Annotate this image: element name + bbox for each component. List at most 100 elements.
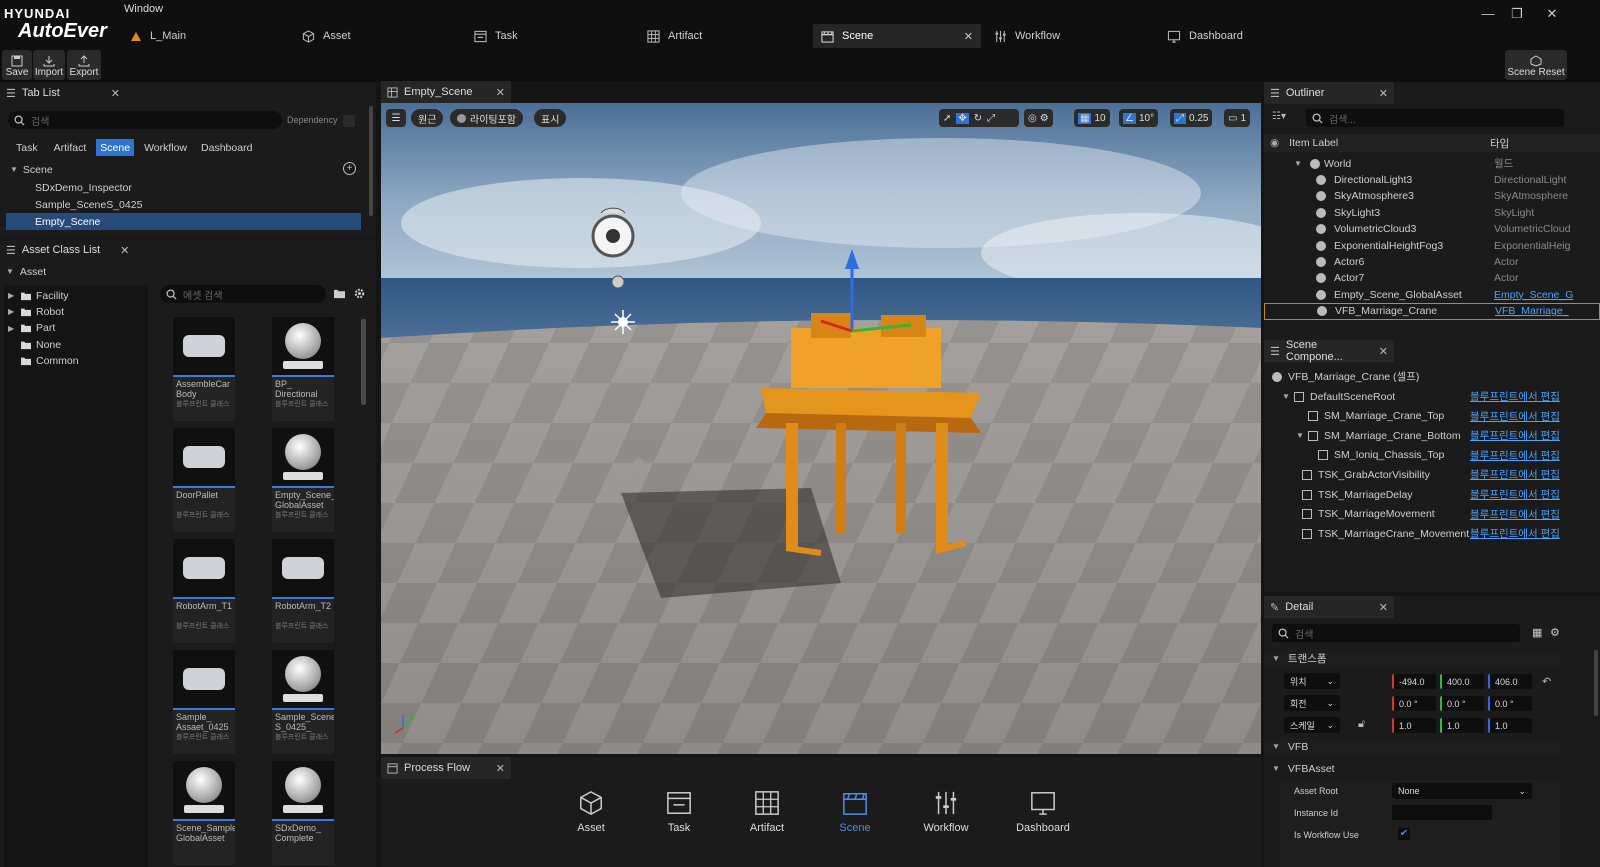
tab-list-search[interactable]: 검색 — [8, 111, 282, 129]
scrollbar[interactable] — [1594, 650, 1598, 716]
instance-id-input[interactable] — [1392, 805, 1492, 820]
component-row[interactable]: TSK_MarriageMovement 블루프린트에서 편집 — [1264, 506, 1600, 523]
tab-artifact[interactable]: Artifact — [639, 24, 710, 48]
component-row[interactable]: SM_Marriage_Crane_Top 블루프린트에서 편집 — [1264, 408, 1600, 425]
close-icon[interactable]: ✕ — [1379, 87, 1388, 100]
outliner-row[interactable]: Empty_Scene_GlobalAsset Empty_Scene_G — [1264, 286, 1600, 303]
tree-item[interactable]: None — [8, 336, 61, 353]
list-item[interactable]: SDxDemo_Inspector — [6, 179, 361, 196]
save-button[interactable]: Save — [2, 50, 32, 80]
asset-search[interactable]: 에셋 검색 — [160, 285, 326, 303]
asset-tile[interactable]: Sample_Scene S_0425_ 블루프린트 클래스 — [272, 650, 334, 754]
edit-in-blueprint-link[interactable]: 블루프린트에서 편집 — [1470, 409, 1560, 424]
filter-task[interactable]: Task — [10, 139, 44, 156]
rotate-icon[interactable]: ↻ — [974, 113, 982, 124]
perspective-button[interactable]: 원근 — [411, 109, 444, 127]
rotation-dropdown[interactable]: 회전 ⌄ — [1284, 695, 1340, 711]
asset-tile[interactable]: RobotArm_T1 블루프린트 클래스 — [173, 539, 235, 643]
asset-tile[interactable]: DoorPallet 블루프린트 클래스 — [173, 428, 235, 532]
col-item-label[interactable]: Item Label — [1289, 137, 1338, 149]
list-item[interactable]: Sample_SceneS_0425 — [6, 196, 361, 213]
component-row[interactable]: TSK_MarriageDelay 블루프린트에서 편집 — [1264, 486, 1600, 503]
viewport-menu-button[interactable]: ☰ — [386, 109, 406, 127]
world-local-button[interactable]: ◎ ⚙ — [1024, 109, 1053, 127]
tab-workflow[interactable]: Workflow — [986, 24, 1068, 48]
outliner-row[interactable]: SkyLight3 SkyLight — [1264, 204, 1600, 221]
scrollbar[interactable] — [369, 106, 373, 216]
location-dropdown[interactable]: 위치 ⌄ — [1284, 673, 1340, 689]
outliner-row[interactable]: VolumetricCloud3 VolumetricCloud — [1264, 221, 1600, 238]
outliner-row[interactable]: DirectionalLight3 DirectionalLight — [1264, 171, 1600, 188]
asset-tile[interactable]: Sample_ Assaet_0425 블루프린트 클래스 — [173, 650, 235, 754]
filter-icon[interactable]: ☷▾ — [1272, 111, 1286, 122]
close-icon[interactable]: ✕ — [964, 30, 973, 43]
col-type[interactable]: 타입 — [1490, 136, 1509, 151]
scrollbar[interactable] — [361, 319, 366, 405]
component-root[interactable]: VFB_Marriage_Crane (셀프) — [1272, 368, 1419, 385]
flow-scene[interactable]: Scene — [820, 790, 890, 834]
edit-in-blueprint-link[interactable]: 블루프린트에서 편집 — [1470, 487, 1560, 502]
flow-artifact[interactable]: Artifact — [732, 790, 802, 834]
location-z[interactable]: 406.0 — [1488, 674, 1532, 689]
edit-in-blueprint-link[interactable]: 블루프린트에서 편집 — [1470, 467, 1560, 482]
flow-dashboard[interactable]: Dashboard — [1008, 790, 1078, 834]
tab-empty-scene[interactable]: Empty_Scene ✕ — [381, 81, 511, 103]
location-x[interactable]: -494.0 — [1392, 674, 1436, 689]
show-button[interactable]: 표시 — [534, 109, 567, 127]
edit-in-blueprint-link[interactable]: 블루프린트에서 편집 — [1470, 389, 1560, 404]
table-icon[interactable]: ▦ — [1532, 626, 1542, 639]
rotation-snap-button[interactable]: ∠ 10° — [1119, 109, 1159, 127]
lighting-button[interactable]: 라이팅포함 — [450, 109, 523, 127]
outliner-search[interactable]: 검색... — [1306, 109, 1564, 127]
reset-arrow-icon[interactable]: ↶ — [1542, 675, 1551, 688]
grid-snap-button[interactable]: ▦ 10 — [1074, 109, 1110, 127]
menu-window[interactable]: Window — [124, 3, 163, 15]
scale-y[interactable]: 1.0 — [1440, 718, 1484, 733]
outliner-row[interactable]: VFB_Marriage_Crane VFB_Marriage_ — [1264, 302, 1600, 320]
outliner-type[interactable]: VFB_Marriage_ — [1495, 305, 1569, 317]
close-icon[interactable]: ✕ — [496, 86, 505, 99]
close-icon[interactable]: ✕ — [111, 87, 120, 100]
outliner-row[interactable]: ▼ World 월드 — [1264, 155, 1600, 172]
flow-workflow[interactable]: Workflow — [911, 790, 981, 834]
asset-tile[interactable]: Scene_Sample GlobalAsset — [173, 761, 235, 865]
scene-reset-button[interactable]: Scene Reset — [1505, 50, 1567, 80]
rotation-z[interactable]: 0.0 ° — [1488, 696, 1532, 711]
detail-search[interactable]: 검색 — [1272, 624, 1520, 642]
flow-asset[interactable]: Asset — [556, 790, 626, 834]
is-workflow-use-checkbox[interactable]: ✔ — [1398, 828, 1410, 840]
vfbasset-section[interactable]: ▼ VFBAsset — [1264, 760, 1560, 777]
minimize-icon[interactable]: — — [1476, 6, 1500, 22]
edit-in-blueprint-link[interactable]: 블루프린트에서 편집 — [1470, 428, 1560, 443]
filter-dashboard[interactable]: Dashboard — [197, 139, 256, 156]
asset-tile[interactable]: Empty_Scene_ GlobalAsset 블루프린트 클래스 — [272, 428, 334, 532]
asset-tile[interactable]: AssembleCar Body 블루프린트 클래스 — [173, 317, 235, 421]
list-item-selected[interactable]: Empty_Scene — [6, 213, 361, 230]
scale-x[interactable]: 1.0 — [1392, 718, 1436, 733]
outliner-type[interactable]: Empty_Scene_G — [1494, 289, 1573, 301]
tree-item[interactable]: ▶ Facility — [8, 287, 69, 304]
gear-icon[interactable] — [353, 287, 366, 300]
select-icon[interactable]: ➚ — [943, 113, 951, 124]
scale-dropdown[interactable]: 스케일 ⌄ — [1284, 717, 1340, 733]
filter-workflow[interactable]: Workflow — [140, 139, 191, 156]
lock-icon[interactable]: 🔓︎ — [1358, 718, 1365, 731]
tree-item[interactable]: Common — [8, 353, 79, 370]
rotation-x[interactable]: 0.0 ° — [1392, 696, 1436, 711]
tree-item[interactable]: ▶ Robot — [8, 303, 64, 320]
gear-icon[interactable]: ⚙ — [1550, 626, 1560, 639]
add-icon[interactable]: + — [343, 162, 356, 175]
rotation-y[interactable]: 0.0 ° — [1440, 696, 1484, 711]
tree-item[interactable]: ▶ Part — [8, 320, 55, 337]
location-y[interactable]: 400.0 — [1440, 674, 1484, 689]
asset-tile[interactable]: BP_ Directional 블루프린트 클래스 — [272, 317, 334, 421]
tab-asset[interactable]: Asset — [294, 24, 359, 48]
tab-process-flow[interactable]: Process Flow ✕ — [381, 757, 511, 779]
filter-artifact[interactable]: Artifact — [50, 139, 91, 156]
outliner-row[interactable]: Actor6 Actor — [1264, 253, 1600, 270]
dependency-checkbox[interactable] — [343, 115, 355, 127]
scene-group[interactable]: ▼ Scene — [10, 161, 360, 178]
component-row[interactable]: TSK_MarriageCrane_Movement 블루프린트에서 편집 — [1264, 525, 1600, 542]
asset-root[interactable]: ▼ Asset — [6, 263, 46, 280]
asset-root-select[interactable]: None ⌄ — [1392, 783, 1532, 799]
